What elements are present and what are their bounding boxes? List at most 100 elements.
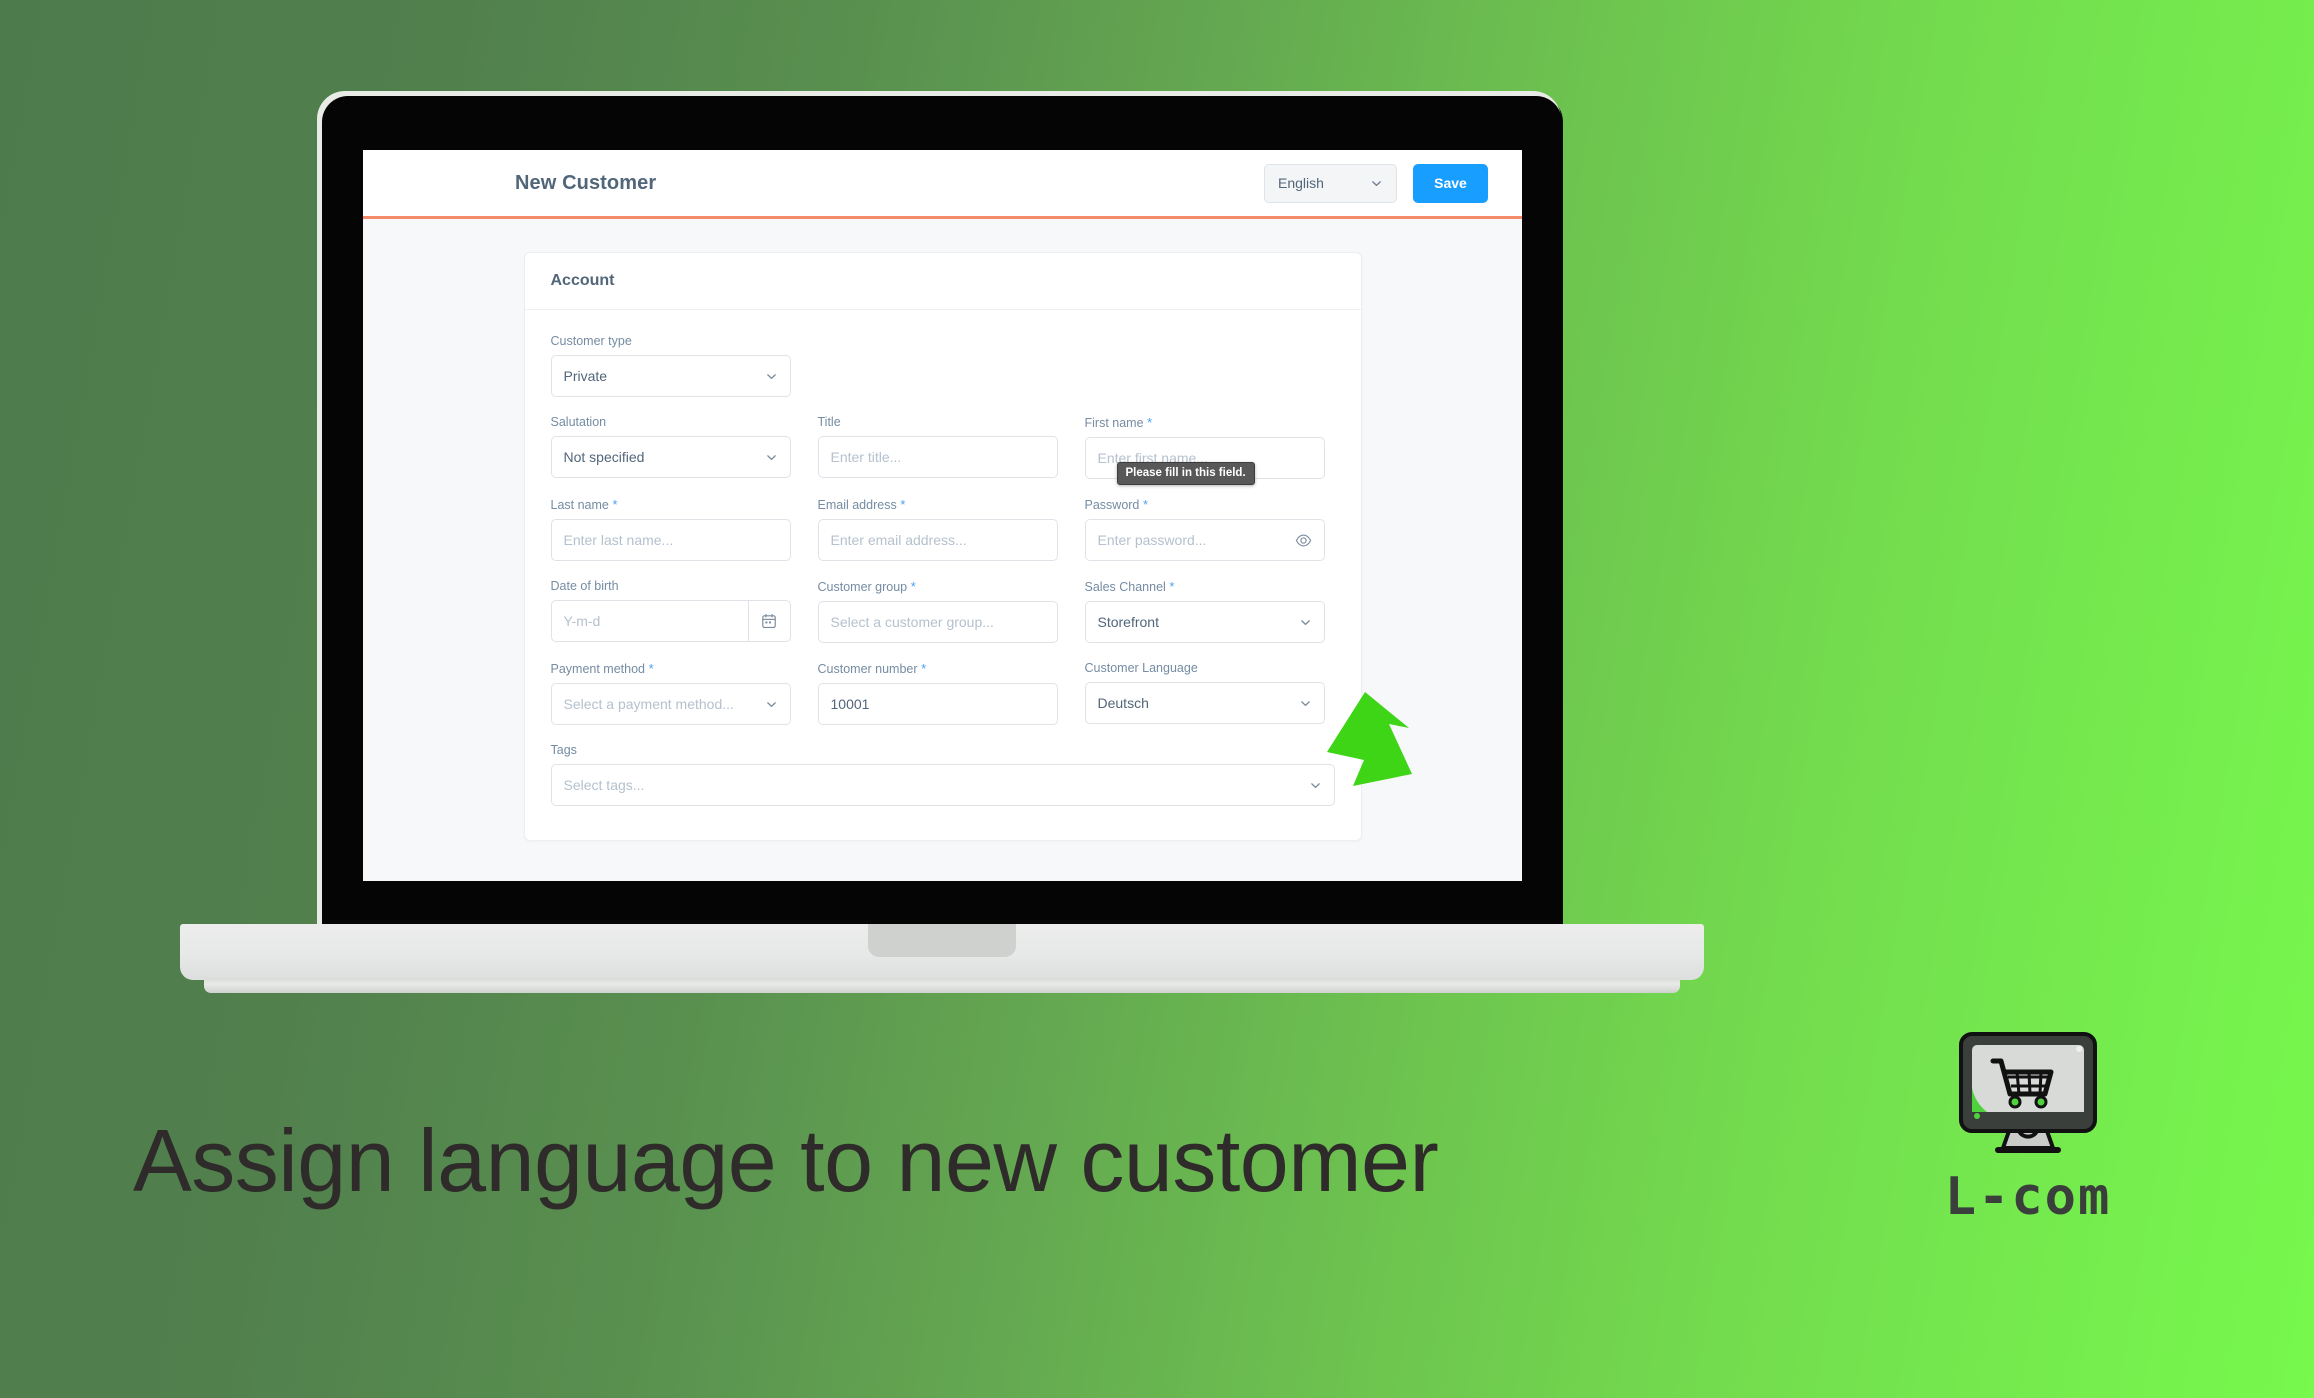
- select-salutation[interactable]: Not specified: [550, 436, 791, 478]
- value-salutation: Not specified: [563, 449, 645, 465]
- label-first-name: First name *: [1084, 415, 1153, 430]
- laptop-base-notch: [868, 924, 1016, 957]
- laptop-foot: [204, 978, 1680, 993]
- field-tags: Tags Select tags...: [550, 743, 1335, 806]
- monitor-cart-icon: [1959, 1032, 2097, 1153]
- input-title[interactable]: Enter title...: [817, 436, 1058, 478]
- language-select[interactable]: English: [1264, 163, 1397, 203]
- label-customer-type: Customer type: [550, 334, 632, 348]
- content-area: Account Customer type Private Salutation No…: [363, 219, 1522, 881]
- value-payment-method: Select a payment method...: [563, 696, 734, 712]
- laptop-mockup: New Customer English Save Account Custom…: [180, 96, 1704, 993]
- select-tags[interactable]: Select tags...: [550, 764, 1335, 806]
- label-payment-method: Payment method *: [550, 661, 654, 676]
- form-row: Last name * Enter last name... Email addre…: [550, 497, 1335, 561]
- form-row: Date of birth Y-m-d Customer group * Select…: [550, 579, 1335, 643]
- laptop-base: [180, 924, 1704, 980]
- input-customer-number[interactable]: 10001: [817, 683, 1058, 725]
- label-salutation: Salutation: [550, 415, 607, 429]
- card-title: Account: [550, 272, 615, 289]
- logo: L-com: [1928, 1030, 2128, 1227]
- page-title: New Customer: [515, 171, 657, 194]
- eye-icon[interactable]: [1295, 532, 1312, 549]
- value-sales-channel: Storefront: [1097, 614, 1159, 630]
- input-last-name[interactable]: Enter last name...: [550, 519, 791, 561]
- chevron-down-icon: [1370, 177, 1383, 190]
- field-date-of-birth: Date of birth Y-m-d: [550, 579, 791, 643]
- value-customer-language: Deutsch: [1097, 695, 1149, 711]
- laptop-screen: New Customer English Save Account Custom…: [363, 150, 1522, 881]
- label-customer-group: Customer group *: [817, 579, 916, 594]
- label-email-address: Email address *: [817, 497, 906, 512]
- chevron-down-icon: [1309, 779, 1322, 792]
- select-customer-language[interactable]: Deutsch: [1084, 682, 1325, 724]
- card-header: Account: [524, 253, 1361, 310]
- chevron-down-icon: [765, 451, 778, 464]
- select-customer-type[interactable]: Private: [550, 355, 791, 397]
- required-marker: *: [645, 661, 654, 676]
- field-payment-method: Payment method * Select a payment method.…: [550, 661, 791, 725]
- app-header: New Customer English Save: [363, 150, 1522, 219]
- field-customer-type: Customer type Private: [550, 334, 791, 397]
- form-row: Customer type Private: [550, 334, 1335, 397]
- value-last-name: Enter last name...: [563, 532, 674, 548]
- form-row: Payment method * Select a payment method.…: [550, 661, 1335, 725]
- calendar-icon[interactable]: [747, 601, 790, 641]
- label-password: Password *: [1084, 497, 1149, 512]
- save-button[interactable]: Save: [1413, 163, 1488, 203]
- required-marker: *: [907, 579, 916, 594]
- label-date-of-birth: Date of birth: [550, 579, 619, 593]
- label-tags: Tags: [550, 743, 577, 757]
- input-email-address[interactable]: Enter email address...: [817, 519, 1058, 561]
- input-date-of-birth[interactable]: Y-m-d: [550, 600, 791, 642]
- chevron-down-icon: [765, 698, 778, 711]
- value-tags: Select tags...: [563, 777, 645, 793]
- required-marker: *: [608, 497, 618, 512]
- required-marker: *: [1165, 579, 1175, 594]
- card-body: Customer type Private Salutation Not specif…: [525, 310, 1361, 840]
- value-title: Enter title...: [830, 449, 902, 465]
- laptop-lid: New Customer English Save Account Custom…: [322, 96, 1562, 931]
- input-customer-group[interactable]: Select a customer group...: [817, 601, 1058, 643]
- value-customer-number: 10001: [830, 696, 870, 712]
- value-customer-type: Private: [563, 368, 608, 384]
- required-marker: *: [1143, 415, 1153, 430]
- label-customer-language: Customer Language: [1084, 661, 1198, 675]
- field-last-name: Last name * Enter last name...: [550, 497, 791, 561]
- input-password[interactable]: Enter password...: [1084, 519, 1325, 561]
- chevron-down-icon: [1299, 697, 1312, 710]
- chevron-down-icon: [765, 370, 778, 383]
- account-card: Account Customer type Private Salutation No…: [523, 252, 1362, 841]
- form-row: Salutation Not specified Title Enter title.…: [550, 415, 1335, 485]
- select-payment-method[interactable]: Select a payment method...: [550, 683, 791, 725]
- label-last-name: Last name *: [550, 497, 618, 512]
- field-sales-channel: Sales Channel * Storefront: [1084, 579, 1325, 643]
- required-marker: *: [896, 497, 906, 512]
- language-select-value: English: [1278, 175, 1324, 191]
- field-customer-language: Customer Language Deutsch: [1084, 661, 1325, 725]
- value-email-address: Enter email address...: [830, 532, 967, 548]
- field-customer-number: Customer number * 10001: [817, 661, 1058, 725]
- logo-text: L-com: [1944, 1167, 2112, 1227]
- select-sales-channel[interactable]: Storefront: [1084, 601, 1325, 643]
- value-customer-group: Select a customer group...: [830, 614, 994, 630]
- label-sales-channel: Sales Channel *: [1084, 579, 1175, 594]
- field-first-name: First name * Enter first name... Please fi…: [1084, 415, 1325, 485]
- value-password: Enter password...: [1097, 532, 1207, 548]
- form-row: Tags Select tags...: [550, 743, 1335, 806]
- required-marker: *: [917, 661, 927, 676]
- field-salutation: Salutation Not specified: [550, 415, 791, 479]
- field-email-address: Email address * Enter email address...: [817, 497, 1058, 561]
- stage: New Customer English Save Account Custom…: [0, 0, 2314, 1398]
- value-date-of-birth: Y-m-d: [563, 613, 601, 629]
- chevron-down-icon: [1299, 616, 1312, 629]
- field-password: Password * Enter password...: [1084, 497, 1325, 561]
- label-customer-number: Customer number *: [817, 661, 927, 676]
- validation-tooltip: Please fill in this field.: [1116, 462, 1255, 485]
- caption-text: Assign language to new customer: [133, 1111, 1439, 1210]
- required-marker: *: [1139, 497, 1149, 512]
- field-customer-group: Customer group * Select a customer group.…: [817, 579, 1058, 643]
- field-title: Title Enter title...: [817, 415, 1058, 479]
- header-actions: English Save: [1264, 163, 1488, 203]
- label-title: Title: [817, 415, 841, 429]
